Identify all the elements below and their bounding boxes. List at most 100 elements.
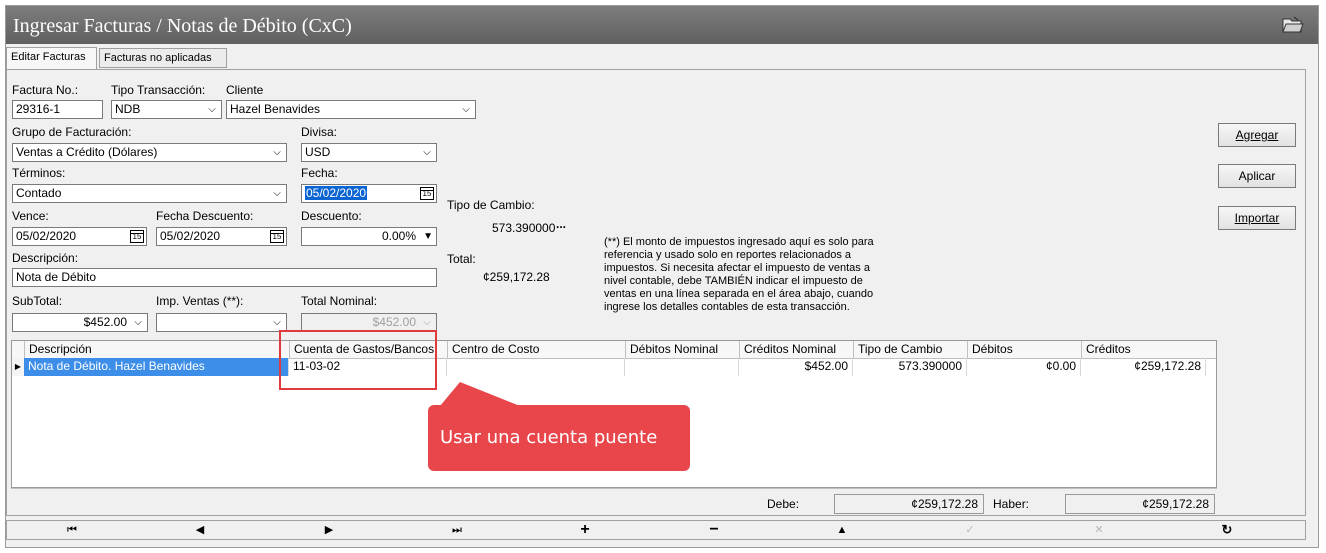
haber-label: Haber: (993, 497, 1030, 511)
chevron-down-icon: ⌵ (423, 317, 431, 328)
terminos-select[interactable]: Contado ⌵ (12, 184, 287, 203)
importar-button[interactable]: Importar (1218, 206, 1296, 230)
delete-record-icon[interactable]: − (684, 521, 744, 539)
window-title: Ingresar Facturas / Notas de Débito (CxC… (13, 15, 352, 37)
cliente-select[interactable]: Hazel Benavides ⌵ (226, 100, 476, 119)
cell-creditos-nominal[interactable]: $452.00 (739, 358, 853, 376)
cell-centro-costo[interactable] (447, 358, 625, 376)
haber-value: ¢259,172.28 (1065, 494, 1215, 514)
debe-label: Debe: (767, 497, 800, 511)
calendar-icon[interactable]: 15 (130, 230, 144, 243)
col-centro-costo[interactable]: Centro de Costo (447, 341, 625, 358)
tipo-cambio-label: Tipo de Cambio: (447, 198, 535, 212)
tipo-transaccion-value: NDB (115, 102, 141, 116)
aplicar-button[interactable]: Aplicar (1218, 164, 1296, 188)
post-edit-icon[interactable]: ✓ (940, 521, 1000, 539)
col-descripcion[interactable]: Descripción (24, 341, 289, 358)
aplicar-label: Aplicar (1238, 169, 1276, 183)
grid-header: Descripción Cuenta de Gastos/Bancos Cent… (12, 341, 1216, 359)
annotation-callout-tail (440, 382, 520, 406)
cell-debitos[interactable]: ¢0.00 (967, 358, 1081, 376)
imp-ventas-input[interactable]: ⌵ (156, 313, 287, 332)
calendar-icon[interactable]: 15 (420, 187, 434, 200)
vence-label: Vence: (12, 209, 49, 223)
debe-value: ¢259,172.28 (834, 494, 984, 514)
fecha-date-picker[interactable]: 05/02/2020 15 (301, 184, 437, 203)
first-record-icon[interactable]: ⏮ (42, 521, 102, 539)
agregar-label: Agregar (1235, 128, 1279, 142)
chevron-down-icon: ⌵ (423, 147, 431, 158)
edit-record-icon[interactable]: ▲ (812, 521, 872, 539)
navigator-bar: ⏮ ◀ ▶ ⏭ + − ▲ ✓ ✕ ↻ (6, 520, 1306, 540)
agregar-button[interactable]: Agregar (1218, 123, 1296, 147)
descuento-value: 0.00% (381, 229, 416, 243)
importar-label: Importar (1234, 211, 1280, 225)
tipo-transaccion-select[interactable]: NDB ⌵ (111, 100, 222, 119)
tab-editar-facturas[interactable]: Editar Facturas (6, 47, 97, 69)
col-creditos-nominal[interactable]: Créditos Nominal (739, 341, 853, 358)
cancel-edit-icon[interactable]: ✕ (1069, 521, 1129, 539)
cell-descripcion[interactable]: Nota de Débito. Hazel Benavides (24, 358, 289, 376)
chevron-down-icon: ⌵ (273, 317, 281, 328)
cell-creditos[interactable]: ¢259,172.28 (1081, 358, 1206, 376)
descuento-input[interactable]: 0.00% ▼ (301, 227, 437, 246)
annotation-highlight-box (279, 330, 437, 390)
subtotal-label: SubTotal: (12, 294, 63, 308)
table-row[interactable]: ▶ Nota de Débito. Hazel Benavides 11-03-… (12, 358, 1216, 376)
total-side-value: ¢259,172.28 (483, 270, 550, 284)
descuento-label: Descuento: (301, 209, 362, 223)
grupo-facturacion-value: Ventas a Crédito (Dólares) (16, 145, 158, 159)
prev-record-icon[interactable]: ◀ (170, 521, 230, 539)
fecha-descuento-value: 05/02/2020 (160, 229, 221, 243)
add-record-icon[interactable]: + (555, 521, 615, 539)
tipo-cambio-more-button[interactable]: ... (556, 217, 566, 231)
total-side-label: Total: (447, 252, 476, 266)
tax-note: (**) El monto de impuestos ingresado aqu… (604, 236, 874, 313)
col-creditos[interactable]: Créditos (1081, 341, 1206, 358)
grupo-facturacion-select[interactable]: Ventas a Crédito (Dólares) ⌵ (12, 143, 287, 162)
chevron-down-icon: ⌵ (462, 104, 470, 115)
subtotal-input[interactable]: $452.00 ⌵ (12, 313, 148, 332)
chevron-down-icon: ⌵ (134, 317, 142, 328)
cell-tipo-cambio[interactable]: 573.390000 (853, 358, 967, 376)
vence-date-picker[interactable]: 05/02/2020 15 (12, 227, 147, 246)
open-folder-icon[interactable] (1282, 15, 1304, 35)
calendar-icon[interactable]: 15 (270, 230, 284, 243)
fecha-descuento-date-picker[interactable]: 05/02/2020 15 (156, 227, 287, 246)
annotation-callout: Usar una cuenta puente (428, 405, 690, 471)
terminos-value: Contado (16, 186, 62, 200)
fecha-descuento-label: Fecha Descuento: (156, 209, 254, 223)
total-nominal-label: Total Nominal: (301, 294, 378, 308)
title-bar: Ingresar Facturas / Notas de Débito (CxC… (6, 6, 1318, 44)
col-debitos[interactable]: Débitos (967, 341, 1081, 358)
total-nominal-value: $452.00 (372, 315, 416, 329)
divisa-value: USD (305, 145, 331, 159)
totals-bar: Debe: ¢259,172.28 Haber: ¢259,172.28 (11, 488, 1217, 517)
terminos-label: Términos: (12, 166, 66, 180)
cell-debitos-nominal[interactable] (625, 358, 739, 376)
divisa-select[interactable]: USD ⌵ (301, 143, 437, 162)
fecha-label: Fecha: (301, 166, 338, 180)
col-tipo-cambio[interactable]: Tipo de Cambio (853, 341, 967, 358)
tab-facturas-no-aplicadas[interactable]: Facturas no aplicadas (99, 48, 227, 68)
chevron-down-icon: ⌵ (208, 104, 216, 115)
factura-label: Factura No.: (12, 83, 79, 97)
cliente-label: Cliente (226, 83, 264, 97)
last-record-icon[interactable]: ⏭ (427, 521, 487, 539)
chevron-down-icon[interactable]: ▼ (423, 228, 433, 245)
subtotal-value: $452.00 (83, 315, 127, 329)
grupo-facturacion-label: Grupo de Facturación: (12, 125, 132, 139)
chevron-down-icon: ⌵ (273, 147, 281, 158)
vence-value: 05/02/2020 (16, 229, 77, 243)
descripcion-input[interactable]: Nota de Débito (12, 268, 437, 287)
descripcion-label: Descripción: (12, 251, 79, 265)
divisa-label: Divisa: (301, 125, 338, 139)
cliente-value: Hazel Benavides (230, 102, 321, 116)
imp-ventas-label: Imp. Ventas (**): (156, 294, 244, 308)
next-record-icon[interactable]: ▶ (299, 521, 359, 539)
col-debitos-nominal[interactable]: Débitos Nominal (625, 341, 739, 358)
chevron-down-icon: ⌵ (273, 188, 281, 199)
refresh-icon[interactable]: ↻ (1197, 521, 1257, 539)
fecha-value: 05/02/2020 (305, 186, 368, 200)
factura-input[interactable]: 29316-1 (12, 100, 103, 119)
